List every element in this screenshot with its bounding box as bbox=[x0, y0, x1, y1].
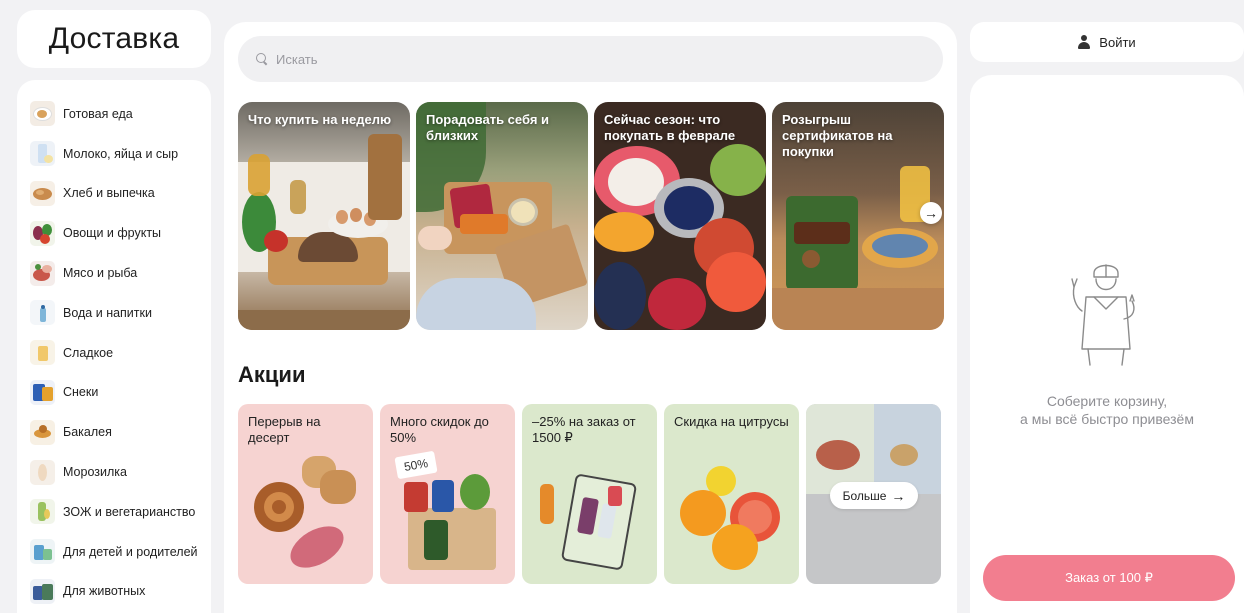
sidebar-item-milk[interactable]: Молоко, яйца и сыр bbox=[17, 134, 211, 174]
sidebar-item-vegetables[interactable]: Овощи и фрукты bbox=[17, 213, 211, 253]
bread-icon bbox=[30, 180, 55, 206]
search-bar[interactable] bbox=[238, 36, 943, 82]
story-card[interactable]: Сейчас сезон: что покупать в феврале bbox=[594, 102, 766, 330]
sidebar-item-label: Для животных bbox=[63, 584, 146, 599]
story-card[interactable]: Розыгрыш сертификатов на покупки → bbox=[772, 102, 944, 330]
login-label: Войти bbox=[1099, 34, 1136, 50]
sidebar-item-label: Овощи и фрукты bbox=[63, 226, 162, 241]
kids-icon bbox=[30, 539, 55, 565]
sweets-icon bbox=[30, 340, 55, 366]
search-input[interactable] bbox=[276, 51, 916, 67]
sidebar-item-healthy[interactable]: ЗОЖ и вегетарианство bbox=[17, 492, 211, 532]
sidebar-item-ready-meal[interactable]: Готовая еда bbox=[17, 94, 211, 134]
stories-carousel: Что купить на неделю Порадовать себя и б… bbox=[238, 102, 944, 330]
search-icon bbox=[256, 53, 268, 65]
sidebar-item-water[interactable]: Вода и напитки bbox=[17, 293, 211, 333]
promo-card[interactable]: –25% на заказ от 1500 ₽ bbox=[522, 404, 657, 584]
ready-meal-icon bbox=[30, 101, 55, 127]
story-title: Розыгрыш сертификатов на покупки bbox=[782, 112, 893, 159]
order-button[interactable]: Заказ от 100 ₽ bbox=[983, 555, 1235, 601]
sidebar-item-label: Молоко, яйца и сыр bbox=[63, 146, 179, 161]
sidebar-item-meat[interactable]: Мясо и рыба bbox=[17, 253, 211, 293]
story-title: Порадовать себя и близких bbox=[426, 112, 550, 143]
promo-more-card[interactable]: Больше → bbox=[806, 404, 941, 584]
sidebar-item-label: Сладкое bbox=[63, 345, 114, 360]
discount-badge: 50% bbox=[394, 450, 438, 480]
vegetables-icon bbox=[30, 220, 55, 246]
sidebar-item-label: Хлеб и выпечка bbox=[63, 186, 155, 201]
more-button-label: Больше bbox=[842, 488, 887, 503]
promo-card[interactable]: Перерыв на десерт bbox=[238, 404, 373, 584]
sidebar-item-label: Мясо и рыба bbox=[63, 266, 138, 281]
pets-icon bbox=[30, 578, 55, 604]
sidebar-item-label: Морозилка bbox=[63, 465, 127, 480]
story-title: Что купить на неделю bbox=[248, 112, 392, 127]
promo-card[interactable]: Скидка на цитрусы bbox=[664, 404, 799, 584]
logo-text: Доставка bbox=[48, 22, 180, 55]
promotions-list: Перерыв на десерт Много скидок до 50% 50… bbox=[238, 404, 943, 584]
milk-icon bbox=[30, 141, 55, 167]
promo-title: Много скидок до 50% bbox=[390, 414, 489, 445]
story-card[interactable]: Порадовать себя и близких bbox=[416, 102, 588, 330]
sidebar-item-label: Вода и напитки bbox=[63, 305, 152, 320]
logo[interactable]: Доставка bbox=[17, 10, 211, 68]
grocery-icon bbox=[30, 419, 55, 445]
sidebar-item-sweets[interactable]: Сладкое bbox=[17, 333, 211, 373]
story-card[interactable]: Что купить на неделю bbox=[238, 102, 410, 330]
carousel-next-icon[interactable]: → bbox=[920, 202, 942, 224]
meat-icon bbox=[30, 260, 55, 286]
sidebar-item-bread[interactable]: Хлеб и выпечка bbox=[17, 174, 211, 214]
sidebar-item-label: Для детей и родителей bbox=[63, 544, 198, 559]
sidebar-item-pets[interactable]: Для животных bbox=[17, 572, 211, 612]
sidebar-item-snacks[interactable]: Снеки bbox=[17, 373, 211, 413]
more-button[interactable]: Больше → bbox=[830, 482, 918, 509]
user-icon bbox=[1078, 35, 1091, 49]
sidebar-item-grocery[interactable]: Бакалея bbox=[17, 412, 211, 452]
login-button[interactable]: Войти bbox=[970, 22, 1244, 62]
main-content: Что купить на неделю Порадовать себя и б… bbox=[224, 22, 957, 613]
sidebar-item-label: ЗОЖ и вегетарианство bbox=[63, 504, 196, 519]
story-title: Сейчас сезон: что покупать в феврале bbox=[604, 112, 736, 143]
promo-title: –25% на заказ от 1500 ₽ bbox=[532, 414, 636, 445]
sidebar-item-frozen[interactable]: Морозилка bbox=[17, 452, 211, 492]
category-sidebar: Готовая еда Молоко, яйца и сыр Хлеб и вы… bbox=[17, 80, 211, 613]
sidebar-item-label: Снеки bbox=[63, 385, 99, 400]
sidebar-item-label: Готовая еда bbox=[63, 106, 133, 121]
healthy-icon bbox=[30, 499, 55, 525]
sidebar-item-kids[interactable]: Для детей и родителей bbox=[17, 532, 211, 572]
courier-illustration-icon bbox=[1071, 264, 1135, 366]
promo-title: Перерыв на десерт bbox=[248, 414, 321, 445]
promotions-heading: Акции bbox=[238, 362, 306, 387]
frozen-icon bbox=[30, 459, 55, 485]
water-icon bbox=[30, 300, 55, 326]
cart-empty-text: Соберите корзину, а мы всё быстро привез… bbox=[1020, 393, 1194, 427]
sidebar-item-label: Бакалея bbox=[63, 425, 112, 440]
cart-panel: Соберите корзину, а мы всё быстро привез… bbox=[970, 75, 1244, 613]
promo-title: Скидка на цитрусы bbox=[674, 414, 789, 429]
promo-card[interactable]: Много скидок до 50% 50% bbox=[380, 404, 515, 584]
arrow-right-icon: → bbox=[891, 487, 906, 504]
snacks-icon bbox=[30, 379, 55, 405]
